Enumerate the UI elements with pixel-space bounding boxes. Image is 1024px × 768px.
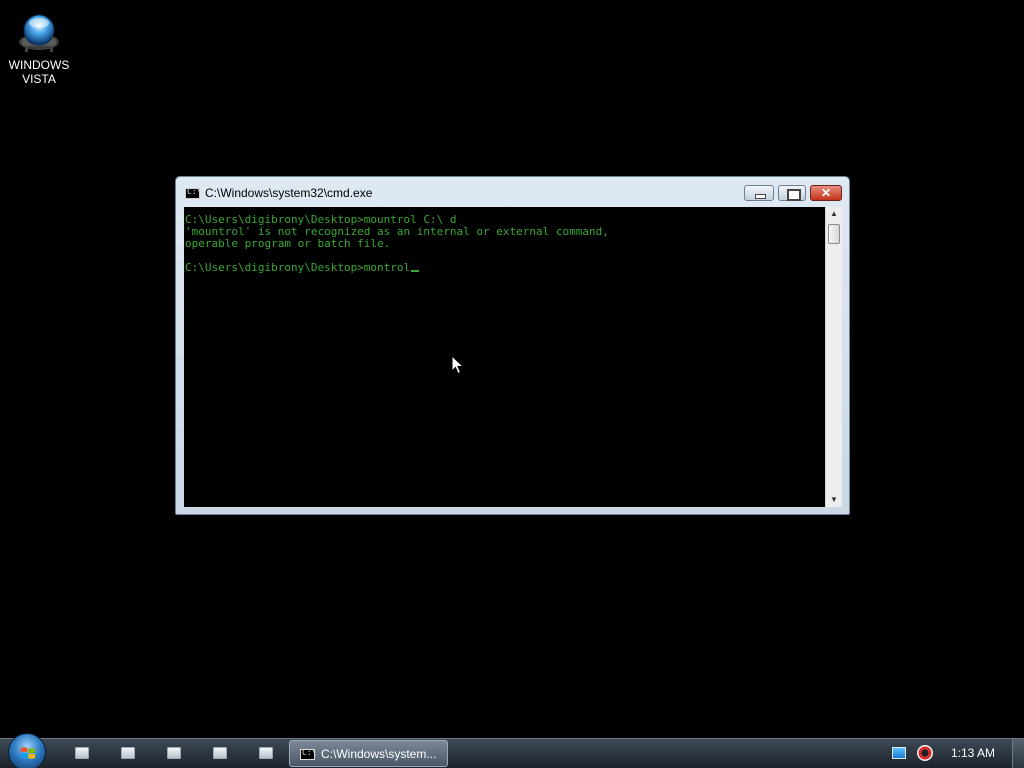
- taskbar-button-cmd[interactable]: C:\Windows\system...: [289, 740, 448, 767]
- close-button[interactable]: ✕: [810, 185, 842, 201]
- console-text: C:\Users\digibrony\Desktop>mountrol C:\ …: [184, 207, 825, 274]
- window-titlebar[interactable]: C:\Windows\system32\cmd.exe ✕: [176, 177, 849, 207]
- quick-launch-window-icon[interactable]: [74, 746, 90, 760]
- quick-launch-window-icon[interactable]: [212, 746, 228, 760]
- maximize-button[interactable]: [778, 185, 806, 201]
- desktop-icon-windows-vista[interactable]: WINDOWS VISTA: [4, 12, 74, 86]
- desktop-icon-label: WINDOWS VISTA: [8, 58, 70, 86]
- scroll-up-arrow-icon[interactable]: ▲: [826, 207, 842, 221]
- show-desktop-button[interactable]: [1012, 739, 1024, 768]
- taskbar: C:\Windows\system... 1:13 AM: [0, 733, 1024, 768]
- windows-start-orb-icon: [21, 747, 35, 759]
- system-clock[interactable]: 1:13 AM: [951, 746, 995, 760]
- quick-launch-window-icon[interactable]: [120, 746, 136, 760]
- mouse-pointer-icon: [451, 355, 465, 375]
- vista-orb-icon: [19, 14, 59, 52]
- scroll-down-arrow-icon[interactable]: ▼: [826, 493, 842, 507]
- text-cursor: [411, 270, 420, 272]
- console-prompt-line: C:\Users\digibrony\Desktop>montrol: [185, 261, 411, 274]
- cmd-icon: [185, 187, 201, 199]
- taskbar-button-label: C:\Windows\system...: [321, 747, 437, 761]
- minimize-button[interactable]: [744, 185, 774, 201]
- cmd-icon: [300, 748, 316, 760]
- cmd-window[interactable]: C:\Windows\system32\cmd.exe ✕ C:\Users\d…: [175, 176, 850, 515]
- volume-icon[interactable]: [917, 745, 933, 761]
- close-icon: ✕: [820, 186, 832, 200]
- window-title: C:\Windows\system32\cmd.exe: [205, 186, 373, 200]
- network-icon[interactable]: [892, 747, 906, 759]
- scrollbar-thumb[interactable]: [828, 224, 840, 244]
- restore-icon: [779, 186, 805, 201]
- quick-launch-window-icon[interactable]: [258, 746, 274, 760]
- quick-launch-window-icon[interactable]: [166, 746, 182, 760]
- console-output[interactable]: C:\Users\digibrony\Desktop>mountrol C:\ …: [184, 207, 825, 507]
- vertical-scrollbar[interactable]: ▲ ▼: [825, 207, 842, 507]
- start-button[interactable]: [8, 733, 46, 768]
- minimize-icon: [745, 186, 773, 200]
- console-line: operable program or batch file.: [185, 237, 391, 250]
